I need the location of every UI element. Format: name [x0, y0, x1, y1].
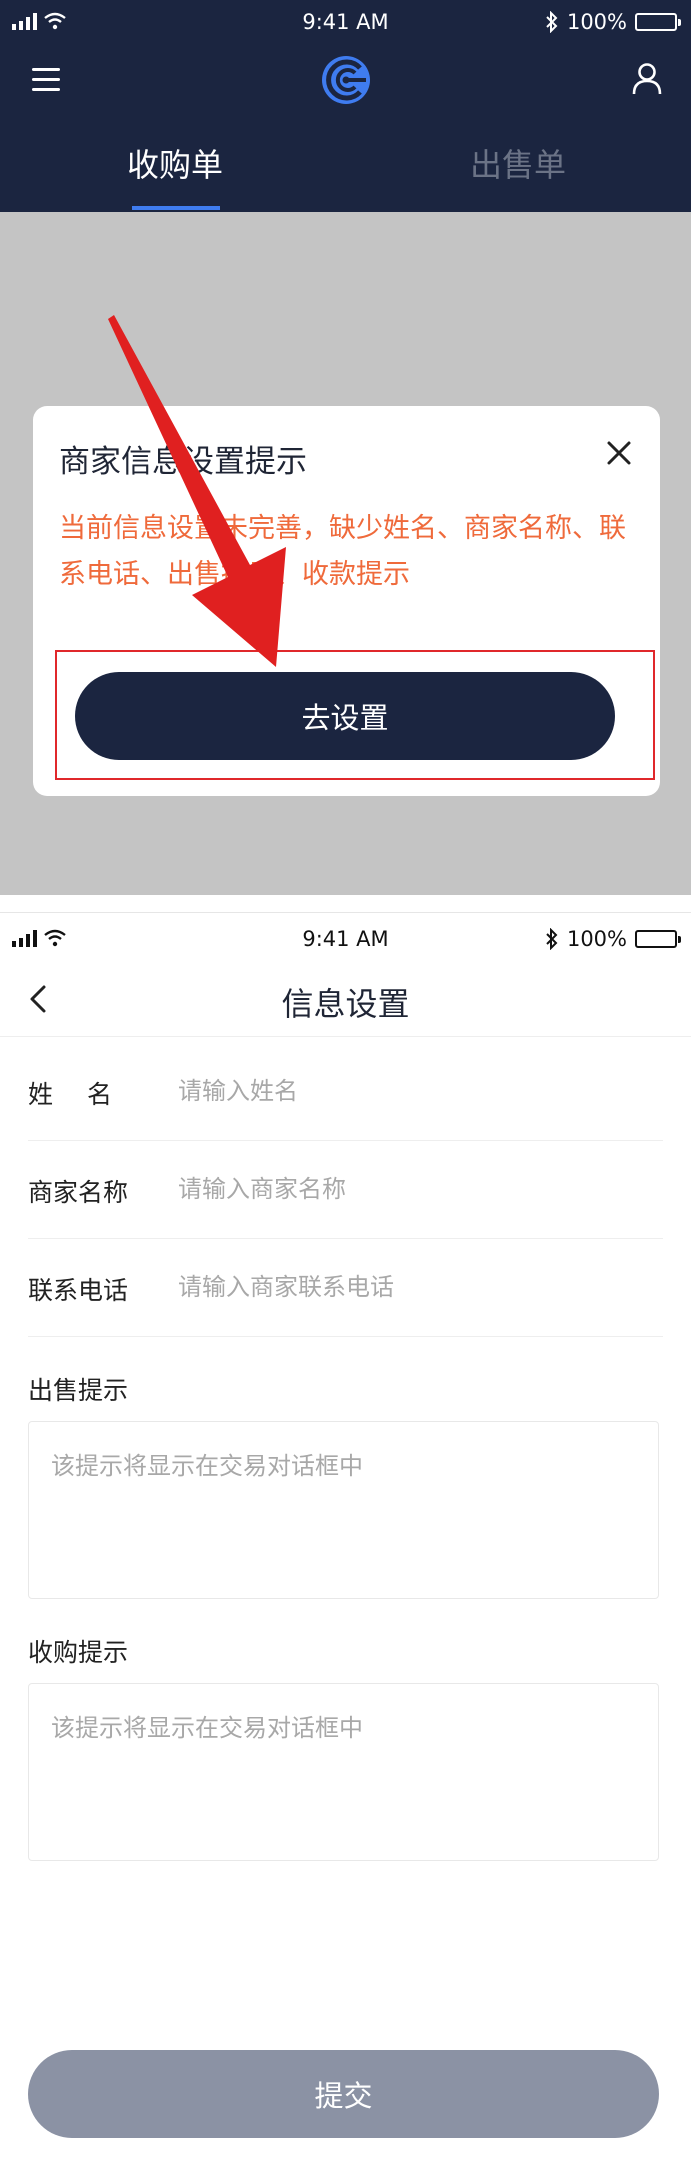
- sell-tip-label: 出售提示: [28, 1376, 129, 1405]
- screen-info-settings: 9:41 AM 100% 信息设置 姓名 商家名称 联系电话 出售提示 收购提示…: [0, 912, 691, 2170]
- top-nav: [0, 52, 691, 112]
- battery-percent: 100%: [566, 10, 627, 34]
- app-header: 9:41 AM 100% 收购单 出售单: [0, 0, 691, 212]
- name-row: 姓名: [28, 1043, 663, 1141]
- status-right: 100%: [545, 927, 681, 951]
- status-bar: 9:41 AM 100%: [0, 0, 691, 48]
- page-title: 信息设置: [281, 985, 410, 1023]
- phone-input[interactable]: [178, 1261, 658, 1313]
- go-settings-button[interactable]: 去设置: [75, 672, 615, 760]
- screen-merchant-orders: 9:41 AM 100% 收购单 出售单 商家信息设置提示 当前信息设置未完善，…: [0, 0, 691, 895]
- bluetooth-icon: [546, 11, 558, 33]
- dialog-message: 当前信息设置未完善，缺少姓名、商家名称、联系电话、出售提示、收款提示: [59, 513, 626, 590]
- buy-tip-textarea[interactable]: [28, 1683, 659, 1861]
- merchant-name-input[interactable]: [178, 1163, 658, 1215]
- battery-icon: [635, 930, 681, 948]
- merchant-name-row: 商家名称: [28, 1141, 663, 1239]
- brand-logo-icon: [322, 56, 370, 104]
- battery-icon: [635, 13, 681, 31]
- user-profile-icon[interactable]: [631, 62, 663, 96]
- tab-sell-orders[interactable]: 出售单: [418, 140, 618, 186]
- phone-label: 联系电话: [28, 1276, 129, 1305]
- status-bar: 9:41 AM 100%: [0, 913, 691, 961]
- settings-nav-bar: 信息设置: [0, 961, 691, 1037]
- merchant-info-dialog: 商家信息设置提示 当前信息设置未完善，缺少姓名、商家名称、联系电话、出售提示、收…: [33, 406, 660, 796]
- tab-purchase-orders[interactable]: 收购单: [75, 140, 275, 186]
- name-input[interactable]: [178, 1065, 658, 1117]
- name-label: 姓名: [28, 1080, 147, 1109]
- dialog-title: 商家信息设置提示: [59, 444, 307, 480]
- hamburger-menu-icon[interactable]: [32, 68, 60, 92]
- sell-tip-textarea[interactable]: [28, 1421, 659, 1599]
- order-tabs: 收购单 出售单: [0, 140, 691, 212]
- phone-row: 联系电话: [28, 1239, 663, 1337]
- active-tab-indicator: [132, 206, 220, 210]
- close-icon[interactable]: [604, 438, 634, 468]
- merchant-name-label: 商家名称: [28, 1178, 129, 1207]
- bluetooth-icon: [546, 928, 558, 950]
- submit-button[interactable]: 提交: [28, 2050, 659, 2138]
- battery-percent: 100%: [566, 927, 627, 951]
- buy-tip-label: 收购提示: [28, 1638, 129, 1667]
- status-right: 100%: [545, 10, 681, 34]
